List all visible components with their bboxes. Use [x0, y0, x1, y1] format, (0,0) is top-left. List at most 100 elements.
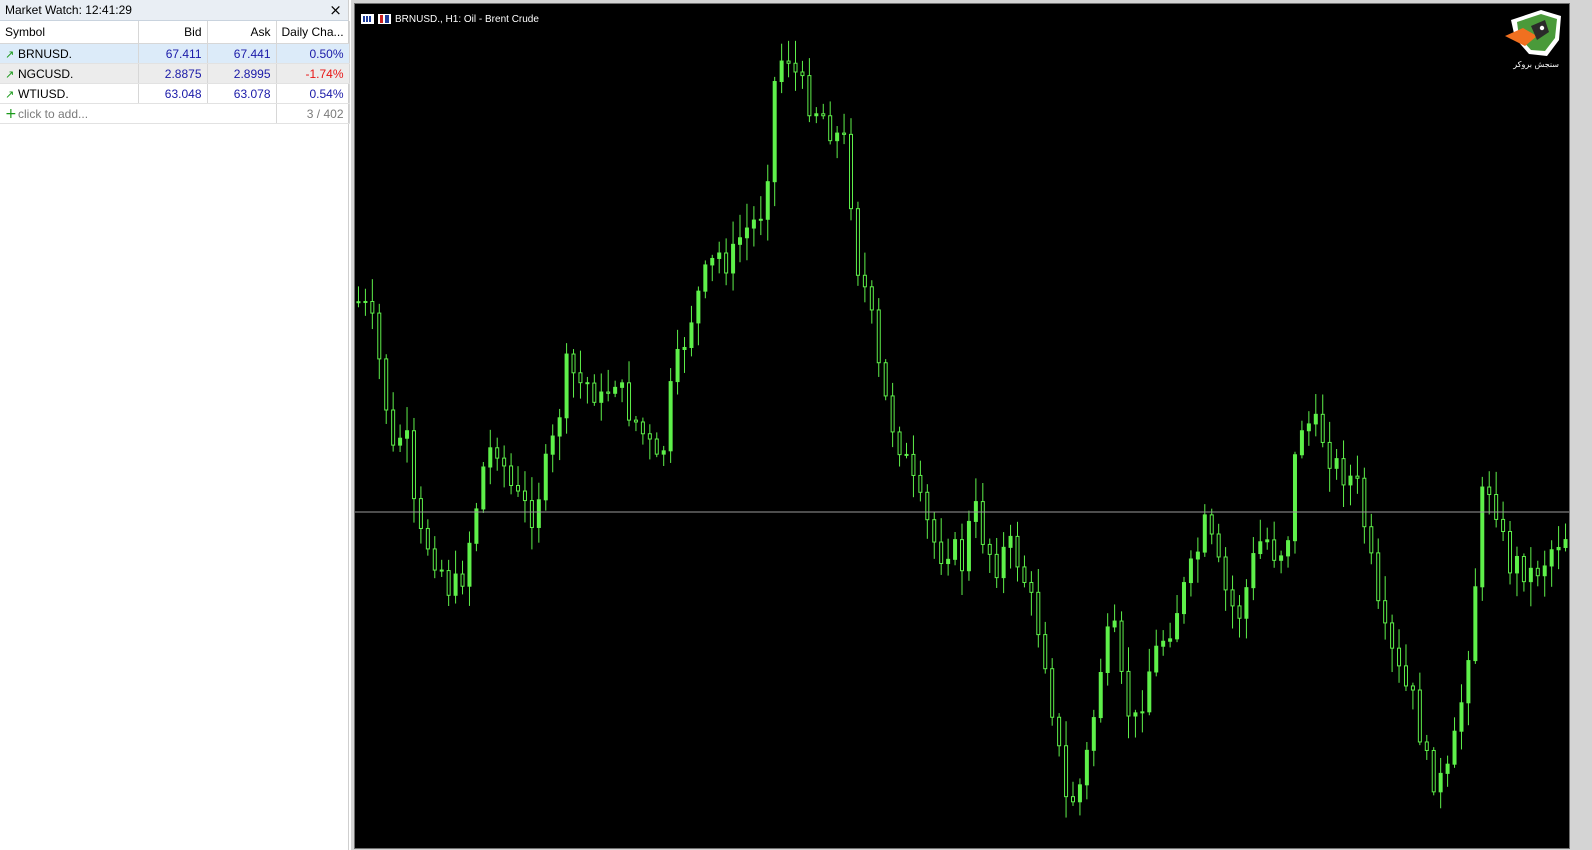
- symbol-cell[interactable]: ↗ BRNUSD.: [0, 43, 139, 64]
- candle-body: [1494, 494, 1499, 520]
- candle-body: [855, 208, 860, 276]
- add-symbol-cell[interactable]: +click to add...: [0, 103, 277, 124]
- candle-body: [627, 382, 632, 421]
- candle-body: [1091, 717, 1096, 751]
- candle-body: [1383, 600, 1388, 624]
- candle-body: [717, 252, 722, 259]
- candle-body: [890, 395, 895, 433]
- chart-type-icon: [378, 14, 391, 24]
- candlestick-chart[interactable]: [355, 4, 1569, 848]
- candle-body: [1528, 567, 1533, 583]
- plus-icon: +: [5, 105, 17, 122]
- candle-body: [675, 348, 680, 383]
- candle-body: [793, 62, 798, 73]
- candle-body: [633, 419, 638, 423]
- daily-change-cell: 0.54%: [276, 83, 350, 104]
- candle-body: [405, 430, 410, 439]
- candle-body: [467, 542, 472, 587]
- candle-body: [1390, 622, 1395, 649]
- candle-body: [1508, 531, 1513, 574]
- candle-body: [418, 498, 423, 529]
- candle-body: [654, 438, 659, 455]
- candle-body: [821, 113, 826, 117]
- column-header-symbol[interactable]: Symbol: [0, 21, 139, 44]
- candle-body: [1417, 689, 1422, 743]
- chart-title: BRNUSD., H1: Oil - Brent Crude: [395, 13, 539, 25]
- candle-body: [765, 181, 770, 220]
- candle-body: [1008, 535, 1013, 548]
- candle-body: [1258, 541, 1263, 555]
- candle-body: [425, 527, 430, 550]
- candle-body: [918, 474, 923, 493]
- candle-body: [710, 257, 715, 266]
- candle-body: [502, 457, 507, 467]
- candle-body: [1286, 540, 1291, 557]
- candle-body: [738, 237, 743, 245]
- candle-body: [1077, 784, 1082, 803]
- add-symbol-row[interactable]: +click to add... 3 / 402: [0, 103, 350, 124]
- symbol-cell[interactable]: ↗ NGCUSD.: [0, 63, 139, 84]
- candle-body: [1147, 671, 1152, 713]
- candle-body: [661, 450, 666, 455]
- candle-body: [862, 274, 867, 288]
- candle-body: [1202, 514, 1207, 553]
- symbol-name: NGCUSD.: [18, 66, 74, 81]
- candle-body: [1188, 558, 1193, 584]
- column-header-ask[interactable]: Ask: [207, 21, 277, 44]
- candle-body: [474, 508, 479, 544]
- candle-body: [1292, 454, 1297, 542]
- candle-body: [800, 71, 805, 77]
- candle-body: [481, 466, 486, 510]
- candle-body: [1223, 556, 1228, 591]
- candle-body: [1070, 796, 1075, 803]
- candle-body: [1306, 423, 1311, 432]
- candle-body: [876, 309, 881, 364]
- column-header-bid[interactable]: Bid: [138, 21, 208, 44]
- candle-body: [647, 433, 652, 440]
- candle-body: [1015, 535, 1020, 568]
- ask-cell: 63.078: [207, 83, 277, 104]
- column-header-daily-change[interactable]: Daily Cha...: [276, 21, 350, 44]
- candle-body: [1126, 670, 1131, 717]
- candle-body: [1549, 549, 1554, 567]
- candle-body: [953, 539, 958, 560]
- table-row[interactable]: ↗ NGCUSD. 2.8875 2.8995 -1.74%: [0, 63, 350, 84]
- chart-area[interactable]: BRNUSD., H1: Oil - Brent Crude سنجش بروک…: [354, 3, 1570, 849]
- candle-body: [1438, 772, 1443, 793]
- broker-logo-text: سنجش بروکر: [1513, 60, 1559, 69]
- candle-body: [1001, 546, 1006, 579]
- candle-body: [1459, 702, 1464, 732]
- candle-body: [1084, 749, 1089, 786]
- candle-body: [391, 409, 396, 446]
- candle-body: [786, 60, 791, 64]
- close-icon[interactable]: ×: [327, 1, 344, 19]
- daily-change-cell: -1.74%: [276, 63, 350, 84]
- table-row[interactable]: ↗ BRNUSD. 67.411 67.441 0.50%: [0, 43, 350, 64]
- candle-body: [571, 353, 576, 374]
- candle-body: [744, 227, 749, 239]
- candle-body: [960, 539, 964, 572]
- candle-body: [529, 500, 534, 528]
- candle-body: [1320, 413, 1325, 443]
- candle-body: [1348, 475, 1353, 486]
- candle-body: [1036, 591, 1041, 636]
- table-row[interactable]: ↗ WTIUSD. 63.048 63.078 0.54%: [0, 83, 350, 104]
- bid-cell: 67.411: [138, 43, 208, 64]
- candle-body: [1029, 581, 1034, 593]
- candle-body: [994, 553, 999, 579]
- candle-body: [1168, 638, 1173, 642]
- symbol-name: WTIUSD.: [18, 86, 69, 101]
- candle-body: [1265, 539, 1270, 543]
- candle-body: [883, 362, 888, 397]
- symbol-cell[interactable]: ↗ WTIUSD.: [0, 83, 139, 104]
- candle-body: [1535, 567, 1540, 577]
- symbol-name: BRNUSD.: [18, 46, 73, 61]
- candle-body: [1251, 553, 1256, 589]
- candle-body: [606, 391, 611, 394]
- candle-body: [939, 541, 944, 565]
- candle-body: [966, 520, 971, 572]
- candle-body: [1397, 647, 1402, 667]
- candle-body: [1105, 626, 1110, 674]
- candle-body: [869, 286, 874, 311]
- bid-cell: 2.8875: [138, 63, 208, 84]
